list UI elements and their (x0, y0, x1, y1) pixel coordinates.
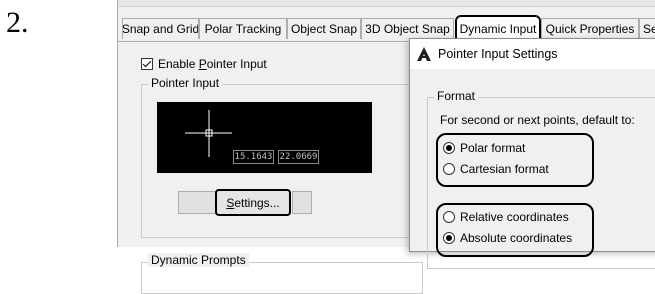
step-number: 2. (6, 6, 29, 39)
dialog-top-edge (118, 0, 655, 7)
format-group-title: Format (434, 89, 479, 103)
enable-pointer-input-text: Enable Pointer Input (158, 57, 267, 71)
settings-button[interactable]: Settings... (216, 190, 290, 215)
tab-quick-properties[interactable]: Quick Properties (541, 18, 639, 39)
pointer-input-settings-dialog: Pointer Input Settings Format For second… (409, 38, 655, 269)
cartesian-format-radio[interactable] (443, 163, 455, 175)
tab-3d-object-snap[interactable]: 3D Object Snap (361, 18, 454, 39)
polar-format-radio[interactable] (443, 142, 455, 154)
cartesian-format-label[interactable]: Cartesian format (460, 162, 549, 176)
dynamic-prompts-group-title: Dynamic Prompts (148, 253, 249, 267)
tab-object-snap[interactable]: Object Snap (287, 18, 361, 39)
autocad-icon (417, 47, 431, 61)
enable-pointer-input-checkbox[interactable] (141, 58, 153, 70)
preview-y-coordinate: 22.0669 (278, 150, 319, 164)
pointer-input-group-title: Pointer Input (148, 76, 223, 90)
tab-snap-and-grid[interactable]: Snap and Grid (122, 18, 199, 39)
polar-format-label[interactable]: Polar format (460, 141, 525, 155)
enable-pointer-input-label[interactable]: Enable Pointer Input (158, 57, 267, 71)
absolute-coordinates-label[interactable]: Absolute coordinates (460, 231, 572, 245)
pointer-input-preview: 15.1643 22.0669 (157, 102, 372, 173)
absolute-coordinates-radio[interactable] (443, 232, 455, 244)
format-instruction-text: For second or next points, default to: (440, 113, 635, 127)
settings-button-left-edge (178, 191, 220, 214)
tab-selection-cycling[interactable]: Sele (639, 18, 655, 39)
relative-coordinates-radio[interactable] (443, 211, 455, 223)
pointer-input-settings-titlebar: Pointer Input Settings (410, 39, 655, 69)
preview-x-coordinate: 15.1643 (233, 150, 274, 164)
settings-button-right-edge (292, 191, 312, 214)
pointer-input-settings-title: Pointer Input Settings (438, 47, 558, 61)
relative-coordinates-label[interactable]: Relative coordinates (460, 210, 569, 224)
tab-polar-tracking[interactable]: Polar Tracking (199, 18, 287, 39)
